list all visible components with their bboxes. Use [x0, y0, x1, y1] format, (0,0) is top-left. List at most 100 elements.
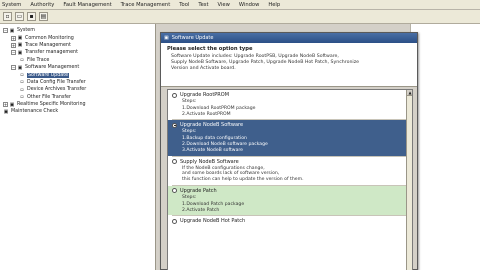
collapse-icon[interactable]: −: [3, 28, 8, 34]
option-details: If the NodeB configurations change, and s…: [172, 166, 399, 183]
option-header[interactable]: Upgrade RootPROM: [172, 91, 399, 99]
vertical-scrollbar[interactable]: ▲: [406, 90, 412, 270]
folder-icon: ▣: [17, 35, 23, 42]
option-details: Steps: 1.Backup data configuration 2.Downl…: [172, 129, 399, 153]
tree-item-label: Realtime Specific Monitoring: [17, 102, 86, 108]
menu-tool[interactable]: Tool: [179, 2, 189, 8]
option-upgrade-rootprom[interactable]: Upgrade RootPROM Steps: 1.Download RootPRO…: [168, 90, 407, 119]
tree-item[interactable]: ▫ Device Archives Transfer: [0, 86, 155, 93]
option-supply-nodeb-software[interactable]: Supply NodeB Software If the NodeB config…: [168, 157, 407, 185]
tree-item[interactable]: + ▣ Common Monitoring: [0, 34, 155, 41]
window-icon: ▣: [164, 35, 169, 41]
file-icon: ▫: [20, 72, 24, 79]
option-details: Steps: 1.Download RootPROM package 2.Activ…: [172, 99, 399, 117]
tree-item[interactable]: ▫ Software Update: [0, 71, 155, 78]
tree-item[interactable]: + ▣ Trace Management: [0, 42, 155, 49]
step-text: 2.Activate Patch: [182, 207, 220, 213]
save-icon[interactable]: ▪: [27, 12, 36, 21]
software-update-dialog: ▣ Software Update Please select the opti…: [160, 32, 418, 270]
folder-icon: ▣: [9, 27, 15, 34]
dialog-header: Please select the option type Software U…: [161, 43, 417, 87]
tree-item-label: Device Archives Transfer: [27, 87, 87, 93]
option-label: Upgrade RootPROM: [180, 92, 230, 98]
tree-item-label: System: [17, 28, 35, 34]
tree-item-label: Software Management: [25, 65, 80, 71]
menu-system[interactable]: System: [2, 2, 21, 8]
folder-icon: ▣: [3, 108, 9, 115]
tree-item[interactable]: ▫ File Trace: [0, 57, 155, 64]
option-header[interactable]: Upgrade Patch: [172, 187, 399, 195]
dialog-title-bar[interactable]: ▣ Software Update: [161, 33, 417, 43]
description-line: Version and Activate board.: [171, 66, 236, 72]
dialog-heading: Please select the option type: [167, 46, 253, 52]
dialog-description: Software Update includes: Upgrade RootPS…: [167, 54, 411, 73]
option-upgrade-patch[interactable]: Upgrade Patch Steps: 1.Download Patch pack…: [168, 185, 407, 216]
option-radio[interactable]: [172, 218, 177, 224]
tree-item-label: Trace Management: [25, 42, 71, 48]
option-upgrade-nodeb-software[interactable]: Upgrade NodeB Software Steps: 1.Backup dat…: [168, 120, 407, 156]
option-radio[interactable]: [172, 188, 177, 194]
tree-item[interactable]: ▣ Maintenance Check: [0, 108, 155, 115]
menu-authority[interactable]: Authority: [30, 2, 54, 8]
tree-item[interactable]: − ▣ Software Management: [0, 64, 155, 71]
dialog-title: Software Update: [171, 35, 214, 41]
tree-item[interactable]: ▫ Other File Transfer: [0, 94, 155, 101]
collapse-icon[interactable]: −: [11, 65, 16, 71]
menu-fault-management[interactable]: Fault Management: [63, 2, 111, 8]
option-radio[interactable]: [172, 122, 177, 128]
tree-item-label: Maintenance Check: [11, 109, 59, 115]
menu-view[interactable]: View: [218, 2, 230, 8]
steps-title: Steps:: [182, 99, 197, 104]
option-label: Upgrade NodeB Software: [180, 122, 244, 129]
tree-item-label: File Trace: [27, 57, 50, 63]
expand-icon[interactable]: +: [11, 35, 16, 41]
step-text: 3.Activate NodeB software: [182, 147, 243, 153]
option-label: Upgrade NodeB Hot Patch: [180, 218, 246, 225]
tree-item-label: Other File Transfer: [27, 94, 71, 100]
file-icon: ▫: [20, 57, 24, 64]
toolbar: ▫ ▭ ▪ ▤: [0, 10, 480, 24]
file-icon: ▫: [20, 86, 24, 93]
menu-help[interactable]: Help: [268, 2, 280, 8]
navigation-tree: − ▣ System + ▣ Common Monitoring + ▣ Trace Manag…: [0, 24, 156, 270]
option-upgrade-nodeb-hot-patch[interactable]: Upgrade NodeB Hot Patch: [168, 216, 407, 227]
option-label: Supply NodeB Software: [180, 158, 239, 165]
tree-item-label: Transfer management: [25, 50, 78, 56]
collapse-icon[interactable]: −: [11, 50, 16, 56]
open-icon[interactable]: ▭: [15, 12, 24, 21]
tree-item-label: Data Config File Transfer: [27, 79, 86, 85]
menu-test[interactable]: Test: [198, 2, 208, 8]
menu-window[interactable]: Window: [239, 2, 259, 8]
content-pane: [410, 24, 480, 270]
expand-icon[interactable]: +: [3, 102, 8, 108]
new-icon[interactable]: ▫: [3, 12, 12, 21]
option-header[interactable]: Supply NodeB Software: [172, 158, 399, 166]
tree-item[interactable]: − ▣ System: [0, 27, 155, 34]
step-text: 2.Activate RootPROM: [182, 111, 231, 117]
scroll-up-icon[interactable]: ▲: [407, 90, 412, 96]
option-header[interactable]: Upgrade NodeB Hot Patch: [172, 217, 399, 225]
file-icon: ▫: [20, 94, 24, 101]
tree-item-label: Software Update: [27, 72, 70, 78]
print-icon[interactable]: ▤: [39, 12, 48, 21]
option-label: Upgrade Patch: [180, 187, 217, 194]
steps-title: Steps:: [182, 129, 197, 135]
file-icon: ▫: [20, 79, 24, 86]
menu-bar: System Authority Fault Management Trace Man…: [0, 0, 480, 10]
step-text: this function can help to update the ver…: [182, 177, 304, 183]
menu-trace-management[interactable]: Trace Management: [121, 2, 171, 8]
tree-item[interactable]: − ▣ Transfer management: [0, 49, 155, 56]
option-header[interactable]: Upgrade NodeB Software: [172, 121, 399, 129]
option-radio[interactable]: [172, 92, 177, 98]
folder-icon: ▣: [17, 64, 23, 71]
steps-title: Steps:: [182, 194, 197, 200]
option-details: Steps: 1.Download Patch package 2.Activate…: [172, 195, 399, 213]
tree-item[interactable]: + ▣ Realtime Specific Monitoring: [0, 101, 155, 108]
tree-item-label: Common Monitoring: [25, 35, 74, 41]
tree-item[interactable]: ▫ Data Config File Transfer: [0, 79, 155, 86]
folder-icon: ▣: [9, 101, 15, 108]
expand-icon[interactable]: +: [11, 42, 16, 48]
folder-icon: ▣: [17, 49, 23, 56]
option-radio[interactable]: [172, 159, 177, 165]
option-list: Upgrade RootPROM Steps: 1.Download RootPRO…: [167, 89, 413, 270]
